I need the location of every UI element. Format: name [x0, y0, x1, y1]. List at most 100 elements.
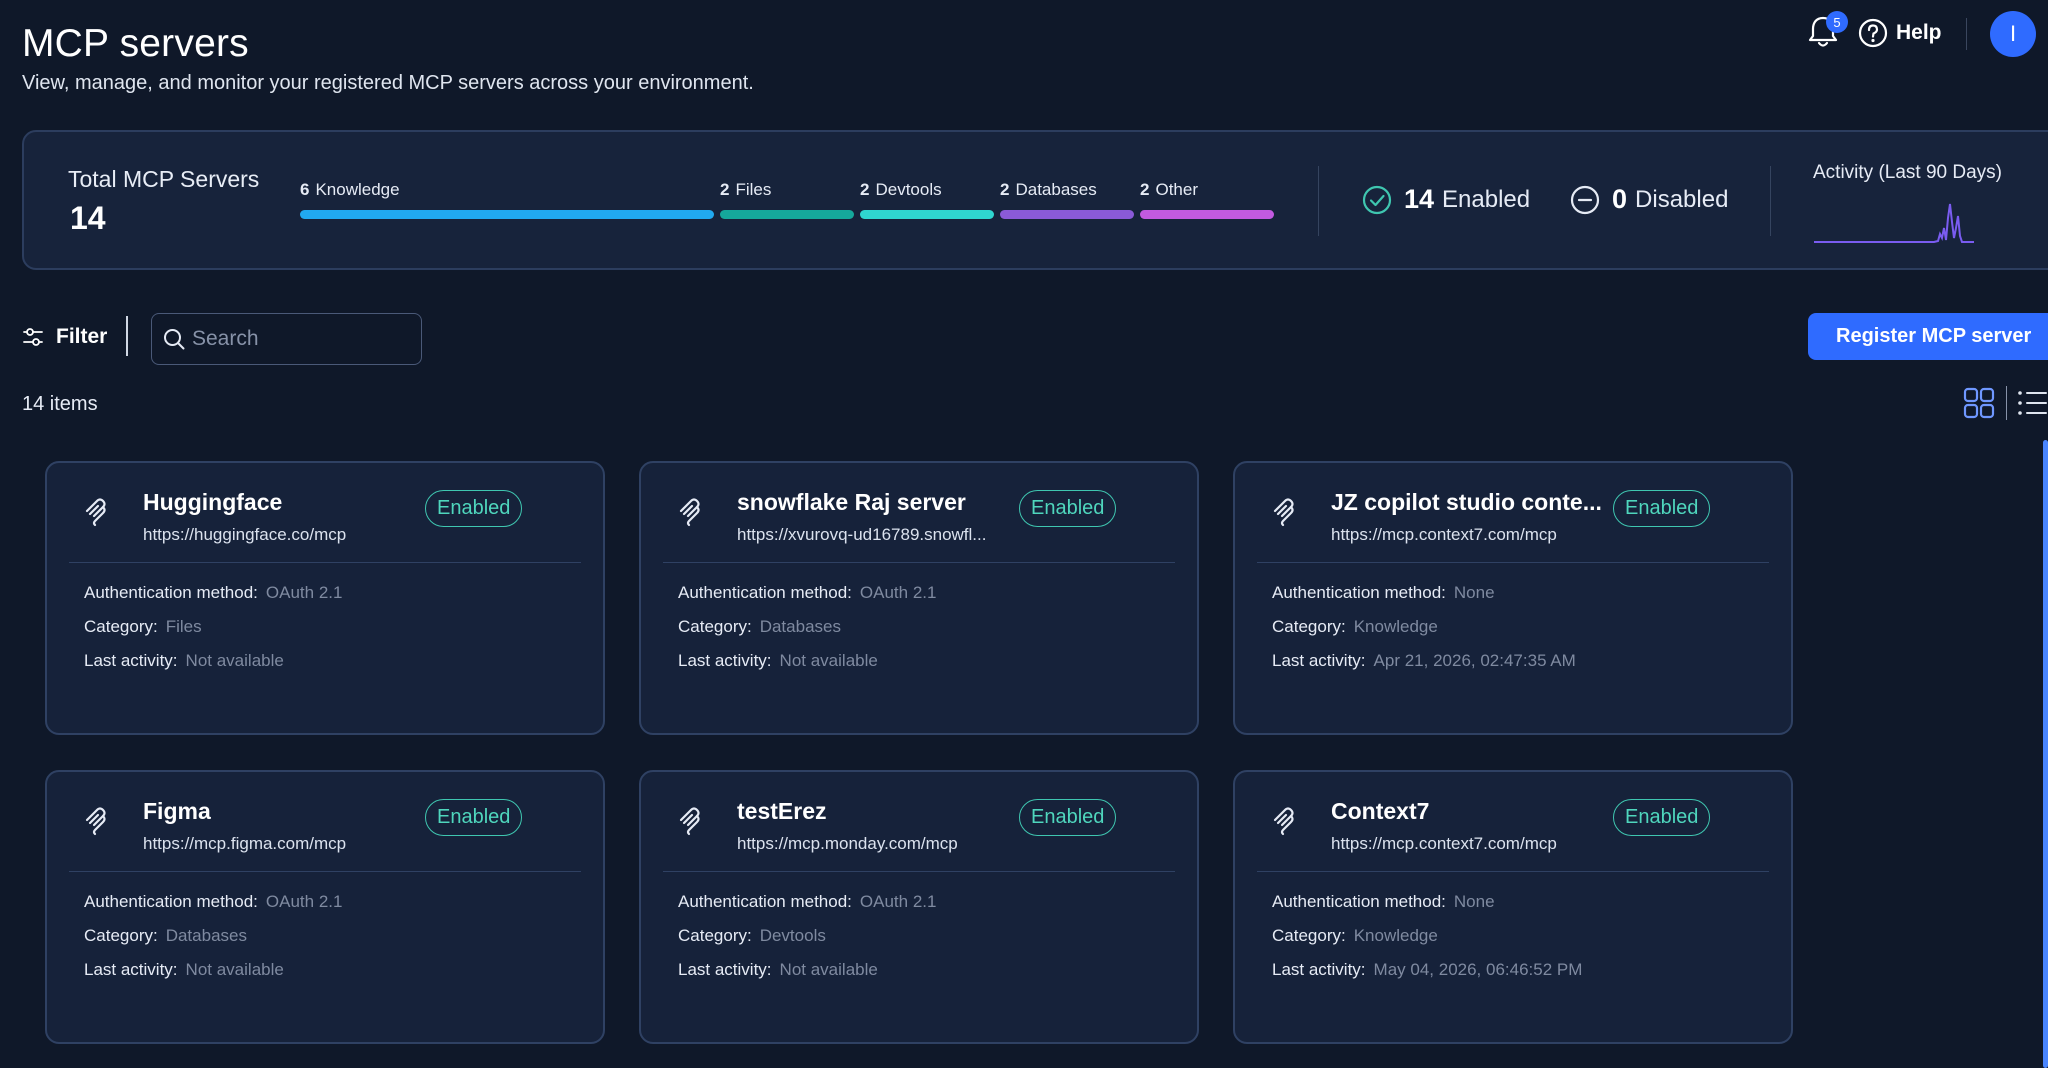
list-view-icon[interactable] [2016, 389, 2048, 417]
category-devtools: 2 Devtools [860, 180, 994, 219]
server-name: testErez [737, 798, 827, 824]
sparkline-line [1814, 203, 1974, 243]
category-count: 2 [1140, 180, 1150, 199]
last-activity-value: Not available [779, 960, 878, 979]
server-card[interactable]: testErez https://mcp.monday.com/mcp Enab… [639, 770, 1199, 1044]
server-url: https://mcp.monday.com/mcp [737, 834, 958, 853]
disabled-label: Disabled [1635, 185, 1729, 213]
auth-method-value: OAuth 2.1 [265, 583, 343, 602]
card-divider [69, 562, 581, 563]
summary-divider [1318, 166, 1319, 236]
server-name: JZ copilot studio conte... [1331, 489, 1602, 515]
total-servers-label: Total MCP Servers [68, 166, 260, 192]
disabled-count: 0 [1612, 184, 1628, 214]
server-card[interactable]: JZ copilot studio conte... https://mcp.c… [1233, 461, 1793, 735]
disabled-stat: 0 Disabled [1570, 184, 1728, 215]
category-value: Knowledge [1353, 926, 1438, 945]
filter-sliders-icon [23, 328, 43, 346]
enabled-stat: 14 Enabled [1362, 184, 1530, 215]
toolbar-divider [126, 316, 128, 356]
scrollbar-thumb[interactable] [2043, 440, 2048, 1068]
server-card[interactable]: Context7 https://mcp.context7.com/mcp En… [1233, 770, 1793, 1044]
category-knowledge: 6 Knowledge [300, 180, 714, 219]
category-label: Knowledge [315, 180, 400, 199]
register-mcp-server-button[interactable]: Register MCP server [1808, 313, 2048, 360]
auth-method-value: OAuth 2.1 [859, 892, 937, 911]
mcp-server-icon [679, 498, 700, 527]
avatar[interactable]: I [1990, 11, 2036, 57]
items-count: 14 items [22, 393, 98, 415]
last-activity-value: Apr 21, 2026, 02:47:35 AM [1373, 651, 1576, 670]
category-label: Databases [1015, 180, 1097, 199]
server-card[interactable]: Figma https://mcp.figma.com/mcp Enabled … [45, 770, 605, 1044]
notifications-button[interactable]: 5 [1806, 11, 1848, 54]
server-url: https://mcp.context7.com/mcp [1331, 525, 1557, 544]
help-button[interactable]: Help [1858, 18, 1942, 48]
category-databases: 2 Databases [1000, 180, 1134, 219]
category-value: Databases [759, 617, 841, 636]
filter-label: Filter [56, 325, 108, 348]
server-card-grid: Huggingface https://huggingface.co/mcp E… [45, 461, 1795, 1061]
last-activity-value: Not available [779, 651, 878, 670]
status-badge: Enabled [425, 799, 523, 836]
last-activity-value: May 04, 2026, 06:46:52 PM [1373, 960, 1583, 979]
category-row: Category: Devtools [678, 926, 826, 945]
status-badge: Enabled [1613, 490, 1711, 527]
help-label: Help [1896, 21, 1942, 44]
server-url: https://xvurovq-ud16789.snowfl... [737, 525, 987, 544]
server-name: Huggingface [143, 489, 283, 515]
auth-method-row: Authentication method: OAuth 2.1 [678, 892, 937, 911]
last-activity-value: Not available [185, 960, 284, 979]
status-badge: Enabled [425, 490, 523, 527]
status-badge: Enabled [1613, 799, 1711, 836]
last-activity-row: Last activity: Not available [678, 960, 878, 979]
filter-button[interactable]: Filter [22, 325, 107, 349]
mcp-server-icon [679, 807, 700, 836]
auth-method-value: None [1453, 892, 1495, 911]
check-circle-icon [1362, 185, 1392, 214]
topbar-divider [1966, 18, 1967, 50]
server-url: https://huggingface.co/mcp [143, 525, 347, 544]
last-activity-row: Last activity: Not available [678, 651, 878, 670]
card-divider [69, 871, 581, 872]
summary-panel: Total MCP Servers 14 6 Knowledge 2 Files 2… [22, 130, 2048, 270]
last-activity-row: Last activity: Apr 21, 2026, 02:47:35 AM [1272, 651, 1576, 670]
activity-title: Activity (Last 90 Days) [1813, 162, 2002, 183]
server-name: Context7 [1331, 798, 1430, 824]
category-row: Category: Files [84, 617, 202, 636]
server-url: https://mcp.figma.com/mcp [143, 834, 347, 853]
category-other: 2 Other [1140, 180, 1274, 219]
search-box[interactable] [151, 313, 422, 365]
summary-divider [1770, 166, 1771, 236]
grid-view-icon[interactable] [1963, 387, 1995, 419]
page-title: MCP servers [22, 22, 249, 65]
search-icon [164, 329, 185, 350]
search-input[interactable] [192, 327, 412, 351]
category-label: Other [1155, 180, 1198, 199]
auth-method-value: OAuth 2.1 [859, 583, 937, 602]
category-bar [860, 210, 994, 219]
status-badge: Enabled [1019, 490, 1117, 527]
category-value: Devtools [759, 926, 826, 945]
auth-method-value: OAuth 2.1 [265, 892, 343, 911]
category-row: Category: Databases [84, 926, 247, 945]
category-row: Category: Databases [678, 617, 841, 636]
auth-method-row: Authentication method: OAuth 2.1 [84, 892, 343, 911]
category-bar [300, 210, 714, 219]
category-row: Category: Knowledge [1272, 926, 1438, 945]
category-count: 6 [300, 180, 310, 199]
last-activity-row: Last activity: May 04, 2026, 06:46:52 PM [1272, 960, 1583, 979]
card-divider [663, 871, 1175, 872]
category-label: Files [735, 180, 772, 199]
card-divider [663, 562, 1175, 563]
category-value: Files [165, 617, 202, 636]
mcp-server-icon [1273, 807, 1294, 836]
activity-sparkline [1814, 203, 1974, 243]
category-count: 2 [1000, 180, 1010, 199]
server-card[interactable]: Huggingface https://huggingface.co/mcp E… [45, 461, 605, 735]
category-value: Knowledge [1353, 617, 1438, 636]
server-card[interactable]: snowflake Raj server https://xvurovq-ud1… [639, 461, 1199, 735]
auth-method-row: Authentication method: None [1272, 892, 1495, 911]
server-name: snowflake Raj server [737, 489, 966, 515]
category-value: Databases [165, 926, 247, 945]
